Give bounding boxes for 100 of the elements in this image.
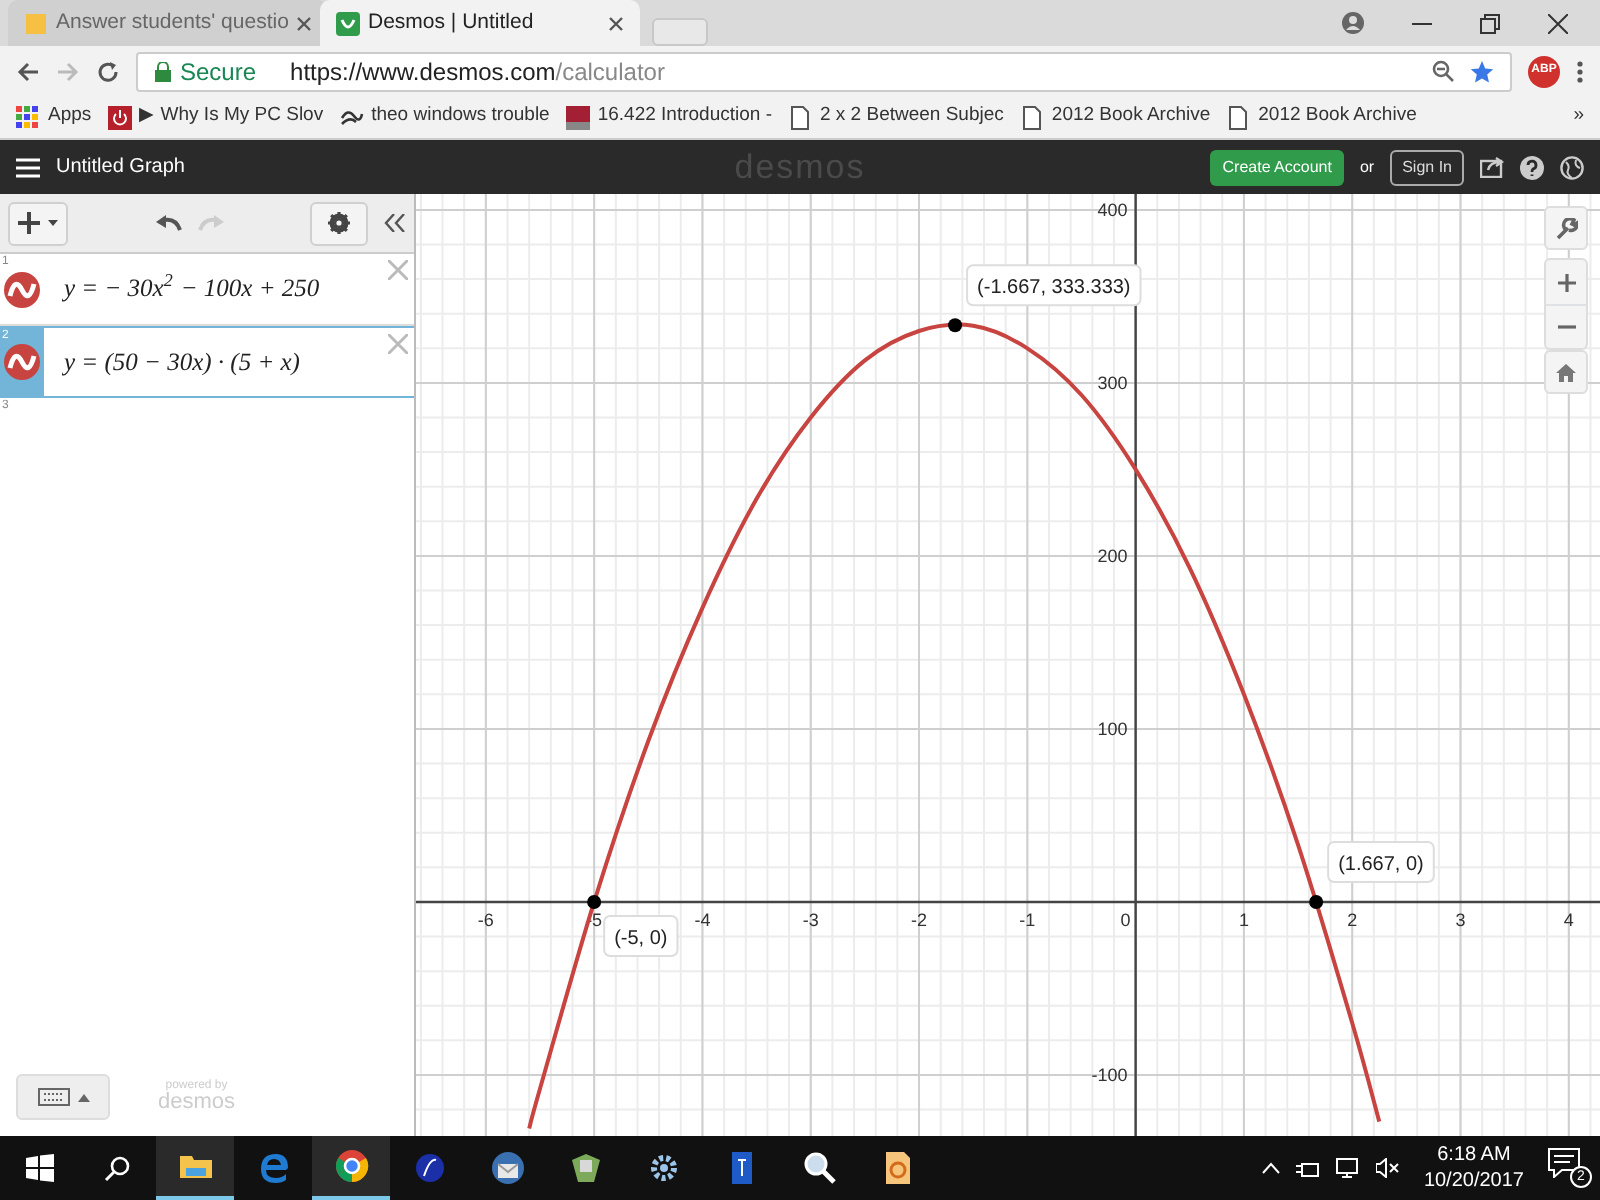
bookmark[interactable]: Apps [16, 102, 92, 132]
bookmark[interactable]: 2 x 2 Between Subjec [788, 102, 1004, 132]
clock[interactable]: 6:18 AM 10/20/2017 [1415, 1142, 1532, 1194]
keyboard-button[interactable] [16, 1074, 110, 1120]
tick-label: -6 [477, 909, 494, 930]
wrench-icon [1555, 217, 1577, 239]
menu-icon[interactable] [1576, 59, 1584, 83]
bookmark[interactable]: 2012 Book Archive [1019, 102, 1211, 132]
site-icon [107, 105, 132, 129]
point-marker[interactable] [1309, 894, 1324, 909]
more-bookmarks-button[interactable]: » [1573, 102, 1584, 132]
home-button[interactable] [1544, 350, 1588, 394]
expression-text[interactable]: y = − 30x$^{2}$ − 100x + 250 [44, 254, 320, 324]
back-icon[interactable] [16, 59, 40, 83]
windows-icon [25, 1154, 53, 1182]
point-label: (-1.667, 333.333) [966, 264, 1142, 307]
collapse-icon[interactable] [384, 214, 406, 232]
help-icon[interactable] [1520, 155, 1544, 179]
home-icon [1556, 363, 1576, 381]
annotation: (-1.667, 333.333) [977, 277, 1131, 300]
site-icon [336, 11, 360, 35]
settings-button[interactable] [310, 201, 368, 245]
gear-icon [645, 1150, 681, 1186]
network-icon[interactable] [1335, 1158, 1360, 1178]
chevron-up-icon[interactable] [1261, 1162, 1280, 1174]
tick-label: 400 [1097, 199, 1128, 220]
envelope-icon [489, 1150, 525, 1186]
gear-icon [328, 212, 350, 234]
close-icon[interactable] [296, 15, 312, 31]
taskbar-app[interactable] [156, 1136, 234, 1200]
share-icon[interactable] [1480, 156, 1504, 178]
point-marker[interactable] [587, 894, 602, 909]
tick-label: 2 [1347, 909, 1358, 930]
apps-grid-icon [16, 105, 40, 129]
reload-icon[interactable] [96, 59, 120, 83]
site-icon [339, 105, 364, 129]
plus-icon [18, 212, 40, 234]
magnifier-icon [801, 1150, 837, 1186]
swoosh-circle-icon [411, 1150, 447, 1186]
chrome-ball-icon [333, 1148, 369, 1184]
zoom-icon[interactable] [1432, 60, 1454, 82]
graph-wave-icon[interactable] [4, 271, 40, 307]
star-icon[interactable] [1470, 59, 1494, 83]
close-icon[interactable] [608, 15, 624, 31]
globe-icon[interactable] [1560, 155, 1584, 179]
annotation: (-5, 0) [614, 927, 668, 950]
map-icon [567, 1150, 603, 1186]
power-plug-icon[interactable] [1295, 1159, 1320, 1177]
secure-label: Secure [180, 55, 257, 89]
tab-title: Desmos | Untitled [368, 7, 536, 38]
tick-label: -3 [802, 909, 819, 930]
settings-button[interactable] [1544, 206, 1588, 250]
undo-icon[interactable] [155, 214, 181, 232]
annotation: (1.667, 0) [1338, 853, 1424, 876]
keyboard-icon [37, 1088, 69, 1106]
site-icon [24, 11, 48, 35]
page-icon [788, 105, 812, 129]
speaker-muted-icon[interactable] [1375, 1158, 1400, 1178]
bookmark[interactable]: theo windows trouble [339, 102, 550, 132]
tick-label: -1 [1019, 909, 1036, 930]
or-text: or [1359, 155, 1375, 179]
tick-label: -100 [1091, 1064, 1128, 1085]
close-icon[interactable] [1548, 13, 1568, 33]
plus-icon [1557, 273, 1575, 291]
bookmark[interactable]: 2012 Book Archive [1226, 102, 1417, 132]
tick-label: 0 [1120, 909, 1131, 930]
point-marker[interactable] [948, 318, 963, 333]
tick-label: 100 [1097, 718, 1128, 739]
sign-in-button[interactable]: Sign In [1390, 149, 1464, 185]
bookmark[interactable]: 16.422 Introduction - [565, 102, 772, 132]
graph-title: Untitled Graph [56, 154, 185, 182]
menu-icon[interactable] [16, 157, 40, 177]
taskbar-app[interactable] [312, 1136, 390, 1200]
page-icon [1226, 105, 1251, 129]
tick-label: 200 [1097, 545, 1128, 566]
expression-text[interactable]: y = (50 − 30x) · (5 + x) [44, 328, 300, 396]
add-item-button[interactable] [8, 201, 68, 245]
create-account-button[interactable]: Create Account [1210, 149, 1344, 185]
address-field[interactable]: Secure https://www.desmos.com/calculator [136, 51, 1512, 91]
tick-label: -4 [694, 909, 711, 930]
browser-tab[interactable]: Desmos | Untitled [320, 0, 640, 46]
tick-label: -2 [911, 909, 928, 930]
bookmark[interactable]: ▶ Why Is My PC Slov [107, 102, 324, 132]
caret-icon [48, 220, 58, 226]
tick-label: 4 [1563, 909, 1574, 930]
message-icon [1548, 1148, 1580, 1178]
restore-icon[interactable] [1480, 13, 1500, 33]
search-icon [104, 1155, 130, 1181]
e-letter-icon [255, 1150, 291, 1186]
page-icon [1019, 105, 1044, 129]
browser-tab[interactable]: Answer students' questio [8, 0, 328, 46]
point-label: (-5, 0) [603, 914, 679, 957]
url-text: https://www.desmos.com/calculator [290, 55, 665, 89]
graph-wave-icon[interactable] [4, 344, 40, 380]
tab-title: Answer students' questio [56, 7, 288, 38]
caret-icon [77, 1093, 89, 1101]
profile-icon[interactable] [1342, 12, 1364, 34]
site-icon [565, 105, 590, 129]
tick-label: 1 [1238, 909, 1249, 930]
point-label: (1.667, 0) [1327, 840, 1435, 883]
